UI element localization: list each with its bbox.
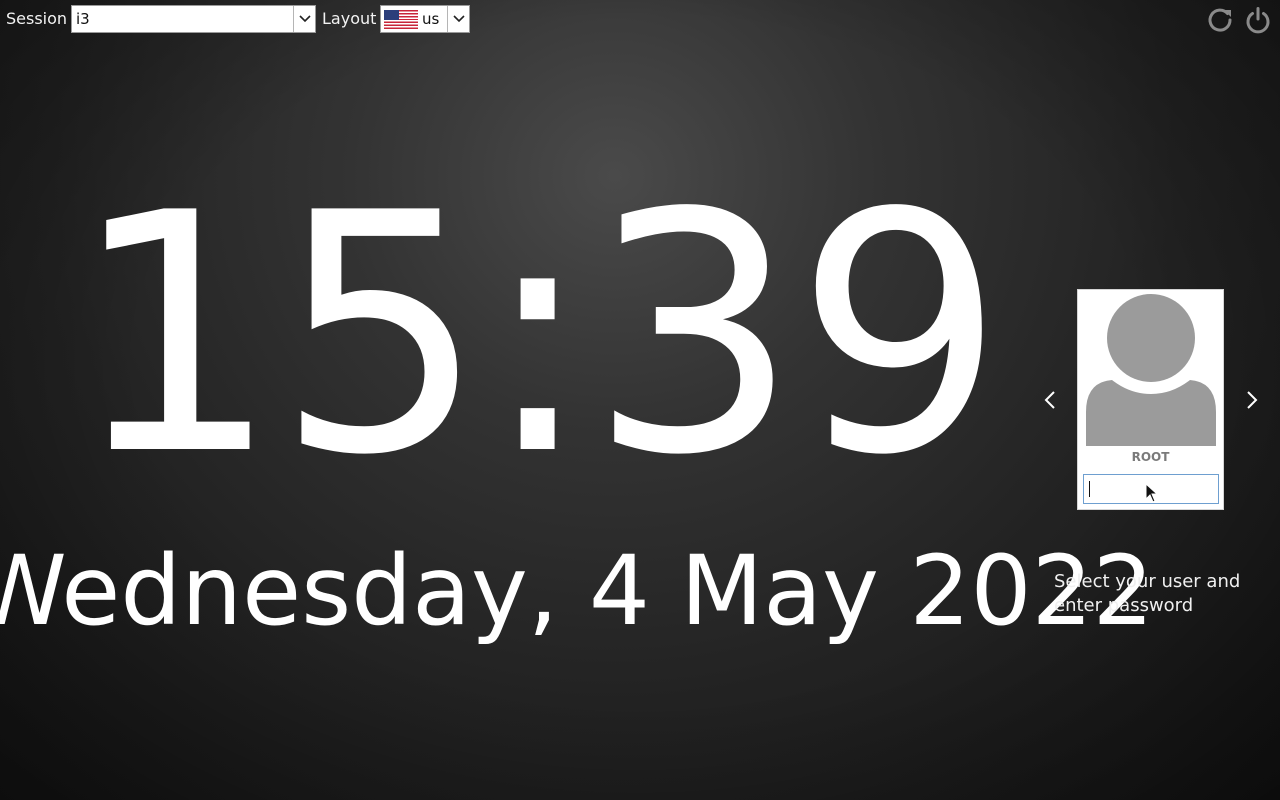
chevron-right-icon [1247, 391, 1258, 409]
clock-time: 15:39 [70, 143, 1005, 527]
restart-button[interactable] [1204, 4, 1236, 36]
username-label: ROOT [1131, 450, 1170, 464]
session-label: Session [6, 9, 68, 28]
login-screen: Session i3 Layout us 15:39 Wednesday, 4 … [0, 0, 1280, 800]
session-value: i3 [76, 10, 90, 28]
clock-date: Wednesday, 4 May 2022 [0, 535, 1154, 647]
us-flag-icon [384, 10, 418, 29]
layout-label: Layout [322, 9, 377, 28]
layout-value: us [422, 10, 440, 28]
shutdown-button[interactable] [1242, 4, 1274, 36]
user-avatar-icon [1086, 294, 1216, 446]
session-select[interactable]: i3 [71, 5, 316, 33]
previous-user-button[interactable] [1038, 386, 1062, 414]
next-user-button[interactable] [1240, 386, 1264, 414]
mouse-pointer-icon [1145, 482, 1159, 507]
restart-icon [1208, 8, 1232, 32]
chevron-down-icon[interactable] [447, 6, 469, 32]
layout-select[interactable]: us [380, 5, 470, 33]
user-card[interactable]: ROOT [1077, 289, 1224, 510]
chevron-down-icon[interactable] [293, 6, 315, 32]
chevron-left-icon [1044, 391, 1055, 409]
login-hint: Select your user and enter password [1054, 571, 1241, 616]
text-caret [1089, 481, 1090, 497]
power-icon [1246, 7, 1270, 34]
